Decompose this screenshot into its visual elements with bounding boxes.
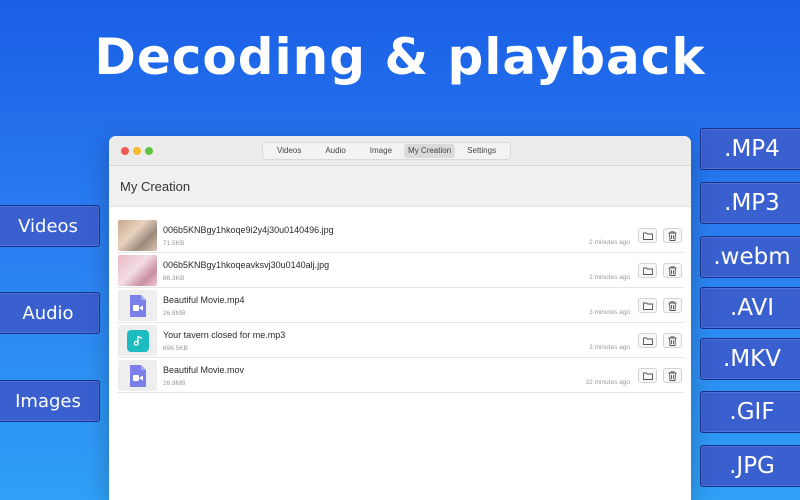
file-size: 86.3KB <box>163 275 185 282</box>
app-window: Videos Audio Image My Creation Settings … <box>109 136 691 500</box>
delete-button[interactable] <box>663 333 682 348</box>
delete-button[interactable] <box>663 228 682 243</box>
minimize-window-button[interactable] <box>133 147 141 155</box>
video-file-icon <box>129 294 146 317</box>
audio-label: Audio <box>0 292 100 334</box>
file-row[interactable]: 006b5KNBgy1hkoqe9i2y4j30u0140496.jpg 71.… <box>117 218 684 253</box>
format-label-avi: .AVI <box>700 287 800 329</box>
video-file-icon <box>129 364 146 387</box>
tab-my-creation[interactable]: My Creation <box>404 144 456 158</box>
file-row[interactable]: 006b5KNBgy1hkoqeavksvj30u0140alj.jpg 86.… <box>117 253 684 288</box>
file-size: 71.5KB <box>163 240 185 247</box>
file-row[interactable]: Beautiful Movie.mp4 26.8MB 3 minutes ago <box>117 288 684 323</box>
close-window-button[interactable] <box>121 147 129 155</box>
section-header: My Creation <box>109 166 691 207</box>
audio-file-icon <box>126 329 149 352</box>
file-name: 006b5KNBgy1hkoqe9i2y4j30u0140496.jpg <box>163 225 334 235</box>
open-folder-button[interactable] <box>638 298 657 313</box>
format-label-gif: .GIF <box>700 391 800 433</box>
title-bar: Videos Audio Image My Creation Settings <box>109 136 691 166</box>
file-size: 26.8MB <box>163 310 186 317</box>
file-name: Beautiful Movie.mp4 <box>163 295 245 305</box>
tab-videos[interactable]: Videos <box>265 144 313 158</box>
format-label-mkv: .MKV <box>700 338 800 380</box>
trash-icon <box>668 265 677 276</box>
format-label-webm: .webm <box>700 236 800 278</box>
trash-icon <box>668 335 677 346</box>
file-time: 2 minutes ago <box>589 239 630 246</box>
section-title: My Creation <box>120 178 191 194</box>
zoom-window-button[interactable] <box>145 147 153 155</box>
headline: Decoding & playback <box>94 28 706 86</box>
folder-icon <box>642 372 653 380</box>
tab-settings[interactable]: Settings <box>455 144 508 158</box>
image-thumbnail <box>118 220 157 251</box>
trash-icon <box>668 300 677 311</box>
open-folder-button[interactable] <box>638 228 657 243</box>
audio-thumbnail <box>118 325 157 356</box>
format-label-mp3: .MP3 <box>700 182 800 224</box>
delete-button[interactable] <box>663 298 682 313</box>
file-name: 006b5KNBgy1hkoqeavksvj30u0140alj.jpg <box>163 260 330 270</box>
trash-icon <box>668 370 677 381</box>
file-time: 3 minutes ago <box>589 344 630 351</box>
file-name: Your tavern closed for me.mp3 <box>163 330 286 340</box>
folder-icon <box>642 232 653 240</box>
open-folder-button[interactable] <box>638 333 657 348</box>
file-row[interactable]: Beautiful Movie.mov 26.9MB 32 minutes ag… <box>117 358 684 393</box>
file-list: 006b5KNBgy1hkoqe9i2y4j30u0140496.jpg 71.… <box>117 218 684 393</box>
folder-icon <box>642 337 653 345</box>
delete-button[interactable] <box>663 368 682 383</box>
format-label-mp4: .MP4 <box>700 128 800 170</box>
folder-icon <box>642 267 653 275</box>
tab-audio[interactable]: Audio <box>313 144 357 158</box>
video-thumbnail <box>118 290 157 321</box>
file-row[interactable]: Your tavern closed for me.mp3 696.5KB 3 … <box>117 323 684 358</box>
trash-icon <box>668 230 677 241</box>
file-time: 3 minutes ago <box>589 309 630 316</box>
folder-icon <box>642 302 653 310</box>
open-folder-button[interactable] <box>638 368 657 383</box>
tab-bar: Videos Audio Image My Creation Settings <box>262 142 512 160</box>
file-time: 32 minutes ago <box>585 379 630 386</box>
open-folder-button[interactable] <box>638 263 657 278</box>
images-label: Images <box>0 380 100 422</box>
image-thumbnail <box>118 255 157 286</box>
tab-image[interactable]: Image <box>358 144 404 158</box>
delete-button[interactable] <box>663 263 682 278</box>
format-label-jpg: .JPG <box>700 445 800 487</box>
file-size: 696.5KB <box>163 345 188 352</box>
videos-label: Videos <box>0 205 100 247</box>
file-time: 2 minutes ago <box>589 274 630 281</box>
video-thumbnail <box>118 360 157 391</box>
file-size: 26.9MB <box>163 380 186 387</box>
file-name: Beautiful Movie.mov <box>163 365 245 375</box>
